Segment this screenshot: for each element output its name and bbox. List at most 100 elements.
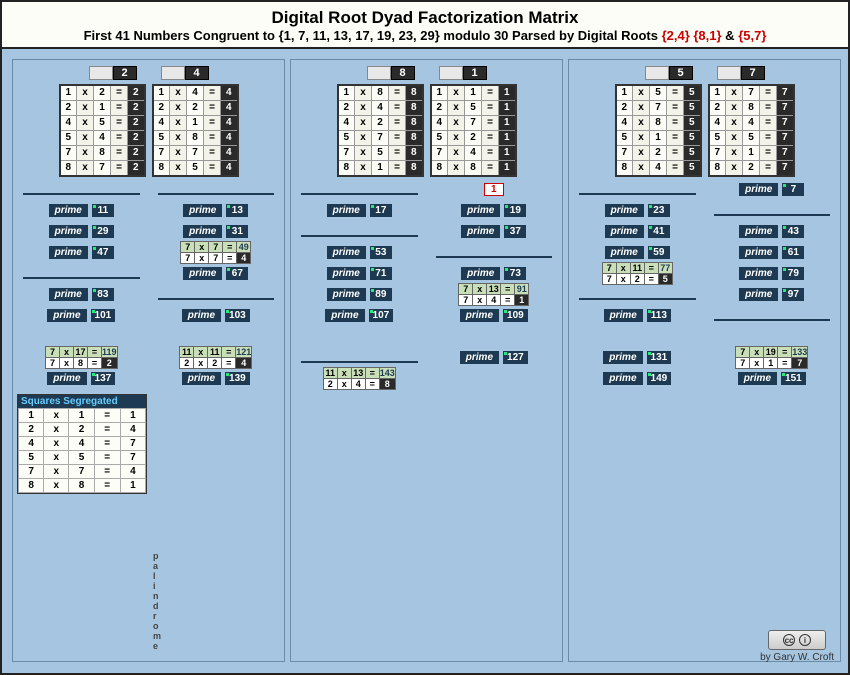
mult-cell: = [760, 85, 777, 101]
mult-cell: 1 [338, 85, 355, 101]
sequence-row [17, 327, 280, 345]
mult-cell: 7 [338, 146, 355, 161]
head-blank [439, 66, 463, 80]
sequence-cell [152, 285, 281, 303]
panel-head: 2 [89, 66, 137, 80]
sequence-row: prime897x13=917x4=1 [295, 285, 558, 303]
mult-cell: 1 [650, 131, 667, 146]
mult-cell: 8 [431, 161, 448, 177]
prime-label: prime [603, 372, 642, 385]
mult-cell: 8 [406, 116, 423, 131]
sequence-cell: prime53 [295, 243, 424, 261]
mult-tables-row: 1x5=52x7=54x8=55x1=57x2=58x4=51x7=72x8=7… [573, 84, 836, 177]
sequence-row: prime83 [17, 285, 280, 303]
mult-cell: = [667, 116, 684, 131]
sequence-cell [430, 369, 559, 387]
prime-entry: prime23 [605, 204, 670, 217]
factorization-box: 7x19=1337x1=7 [735, 346, 808, 369]
sequence-cell: prime113 [573, 306, 702, 324]
prime-label: prime [605, 225, 644, 238]
sequence-cell: prime97 [708, 285, 837, 303]
mult-cell: 4 [187, 85, 204, 101]
prime-value: 47 [92, 246, 114, 259]
fac-cell: = [365, 367, 379, 378]
prime-label: prime [739, 225, 778, 238]
square-cell: 1 [120, 409, 145, 423]
mult-cell: 1 [743, 146, 760, 161]
mult-cell: 2 [94, 85, 111, 101]
sequence-cell [295, 348, 424, 366]
sequence-row: prime59prime61 [573, 243, 836, 261]
mult-cell: = [667, 146, 684, 161]
prime-entry: prime101 [47, 309, 115, 322]
square-cell: 7 [69, 465, 94, 479]
prime-label: prime [603, 351, 642, 364]
mult-cell: 2 [153, 101, 170, 116]
page-subtitle: First 41 Numbers Congruent to {1, 7, 11,… [10, 28, 840, 43]
head-num: 2 [113, 66, 137, 80]
square-cell: = [94, 465, 120, 479]
mult-cell: 8 [406, 131, 423, 146]
subtitle-amp: & [722, 28, 739, 43]
mult-cell: x [355, 85, 372, 101]
prime-label: prime [739, 183, 778, 196]
mult-cell: x [77, 146, 94, 161]
sequence-cell: prime43 [708, 222, 837, 240]
prime-value: 23 [648, 204, 670, 217]
mult-cell: x [170, 131, 187, 146]
dr-mult-table: 1x5=52x7=54x8=55x1=57x2=58x4=5 [615, 84, 702, 177]
empty-rule [579, 193, 696, 195]
factorization-box: 7x7=497x7=4 [180, 241, 251, 264]
mult-cell: 1 [431, 85, 448, 101]
mult-cell: 7 [187, 146, 204, 161]
mult-cell: 5 [187, 161, 204, 177]
mult-cell: 7 [777, 116, 794, 131]
mult-cell: = [482, 101, 499, 116]
mult-cell: 1 [465, 85, 482, 101]
sequence-cell: prime79 [708, 264, 837, 282]
fac-dr-cell: x [616, 273, 630, 284]
dyad-panel-5-7: 571x5=52x7=54x8=55x1=57x2=58x4=51x7=72x8… [568, 59, 841, 662]
mult-cell: 8 [709, 161, 726, 177]
square-cell: x [44, 465, 69, 479]
mult-cell: = [111, 101, 128, 116]
mult-cell: x [633, 131, 650, 146]
mult-cell: 8 [338, 161, 355, 177]
sequence-cell [573, 327, 702, 345]
sequence-cell: prime37 [430, 222, 559, 240]
prime-entry: prime31 [183, 225, 248, 238]
prime-entry: prime73 [461, 267, 526, 280]
mult-cell: 8 [406, 101, 423, 116]
prime-label: prime [605, 246, 644, 259]
sequence-row: prime127 [295, 348, 558, 366]
sequence-cell: prime23 [573, 201, 702, 219]
prime-entry: prime131 [603, 351, 671, 364]
fac-dr-cell: 5 [658, 273, 672, 284]
mult-cell: 2 [128, 101, 145, 116]
mult-cell: 8 [406, 161, 423, 177]
mult-cell: 5 [684, 131, 701, 146]
fac-cell: 11 [630, 262, 644, 273]
prime-entry: prime89 [327, 288, 392, 301]
prime-label: prime [739, 246, 778, 259]
dr-mult-table: 1x8=82x4=84x2=85x7=87x5=88x1=8 [337, 84, 424, 177]
sequence-cell: prime137 [17, 369, 146, 387]
prime-value: 113 [647, 309, 671, 322]
mult-cell: x [77, 101, 94, 116]
prime-entry: prime127 [460, 351, 528, 364]
fac-dr-cell: 1 [515, 294, 529, 305]
sequence-cell: prime 61 [708, 243, 837, 261]
prime-value: 61 [782, 246, 804, 259]
dyad-panel-2-4: 241x2=22x1=24x5=25x4=27x8=28x7=21x4=42x2… [12, 59, 285, 662]
fac-dr-cell: 2 [208, 357, 222, 368]
mult-cell: 2 [709, 101, 726, 116]
mult-cell: 4 [431, 116, 448, 131]
fac-cell: x [337, 367, 351, 378]
fac-cell: 7 [209, 241, 223, 252]
mult-cell: 5 [94, 116, 111, 131]
prime-label: prime [47, 309, 86, 322]
sequence-row: prime53 [295, 243, 558, 261]
mult-cell: x [355, 131, 372, 146]
square-cell: 1 [120, 479, 145, 493]
prime-entry: prime103 [182, 309, 250, 322]
